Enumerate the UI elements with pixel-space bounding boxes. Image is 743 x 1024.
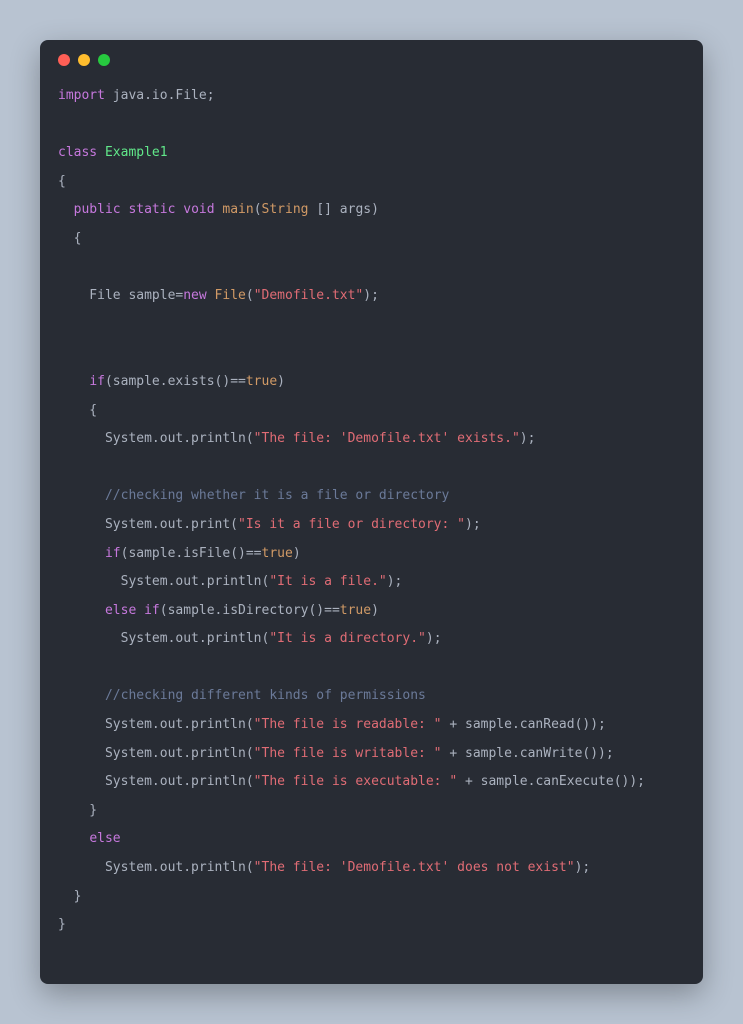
code-text: ); [426,631,442,646]
code-text: System.out.println( [58,774,254,789]
keyword-else: else [105,603,136,618]
code-text: ); [575,860,591,875]
keyword-if: if [144,603,160,618]
literal-true: true [246,374,277,389]
brace: { [58,174,66,189]
keyword-class: class [58,145,97,160]
paren: ) [277,374,285,389]
string-literal: "The file is writable: " [254,746,442,761]
maximize-icon[interactable] [98,54,110,66]
string-literal: "The file is readable: " [254,717,442,732]
code-text: System.out.println( [58,717,254,732]
method-name: main [222,202,253,217]
indent [58,202,74,217]
code-text: System.out.println( [58,860,254,875]
indent [58,831,89,846]
indent [58,546,105,561]
keyword-import: import [58,88,105,103]
string-literal: "The file is executable: " [254,774,458,789]
comment: //checking whether it is a file or direc… [105,488,449,503]
expression: (sample.isDirectory()== [160,603,340,618]
brace: } [58,917,66,932]
param: [] args [309,202,372,217]
code-text: System.out.println( [58,431,254,446]
window-controls [58,54,685,66]
code-text: java.io.File; [105,88,215,103]
keyword-if: if [105,546,121,561]
code-text: ); [465,517,481,532]
brace: } [58,889,81,904]
paren: ); [363,288,379,303]
close-icon[interactable] [58,54,70,66]
brace: { [58,403,97,418]
code-editor-window: import java.io.File; class Example1 { pu… [40,40,703,984]
paren: ) [293,546,301,561]
constructor: File [215,288,246,303]
minimize-icon[interactable] [78,54,90,66]
keyword-new: new [183,288,206,303]
paren: ) [371,202,379,217]
paren: ( [246,288,254,303]
code-block: import java.io.File; class Example1 { pu… [58,82,685,940]
paren: ( [254,202,262,217]
keyword-else: else [89,831,120,846]
brace: } [58,803,97,818]
string-literal: "Demofile.txt" [254,288,364,303]
literal-true: true [262,546,293,561]
string-literal: "It is a directory." [269,631,426,646]
comment: //checking different kinds of permission… [105,688,426,703]
expression: (sample.exists()== [105,374,246,389]
keyword-void: void [183,202,214,217]
literal-true: true [340,603,371,618]
indent [58,374,89,389]
string-literal: "The file: 'Demofile.txt' exists." [254,431,520,446]
expression: (sample.isFile()== [121,546,262,561]
string-literal: "The file: 'Demofile.txt' does not exist… [254,860,575,875]
indent [58,488,105,503]
keyword-public: public [74,202,121,217]
code-text: ); [520,431,536,446]
class-name: Example1 [97,145,167,160]
code-text: File sample= [58,288,183,303]
type-string: String [262,202,309,217]
code-text: System.out.print( [58,517,238,532]
brace: { [58,231,81,246]
code-text: System.out.println( [58,746,254,761]
paren: ) [371,603,379,618]
keyword-static: static [128,202,175,217]
code-text: System.out.println( [58,574,269,589]
code-text: + sample.canExecute()); [457,774,645,789]
string-literal: "Is it a file or directory: " [238,517,465,532]
string-literal: "It is a file." [269,574,386,589]
code-text: + sample.canRead()); [442,717,606,732]
keyword-if: if [89,374,105,389]
code-text: ); [387,574,403,589]
indent [58,603,105,618]
code-text: System.out.println( [58,631,269,646]
indent [58,688,105,703]
code-text: + sample.canWrite()); [442,746,614,761]
